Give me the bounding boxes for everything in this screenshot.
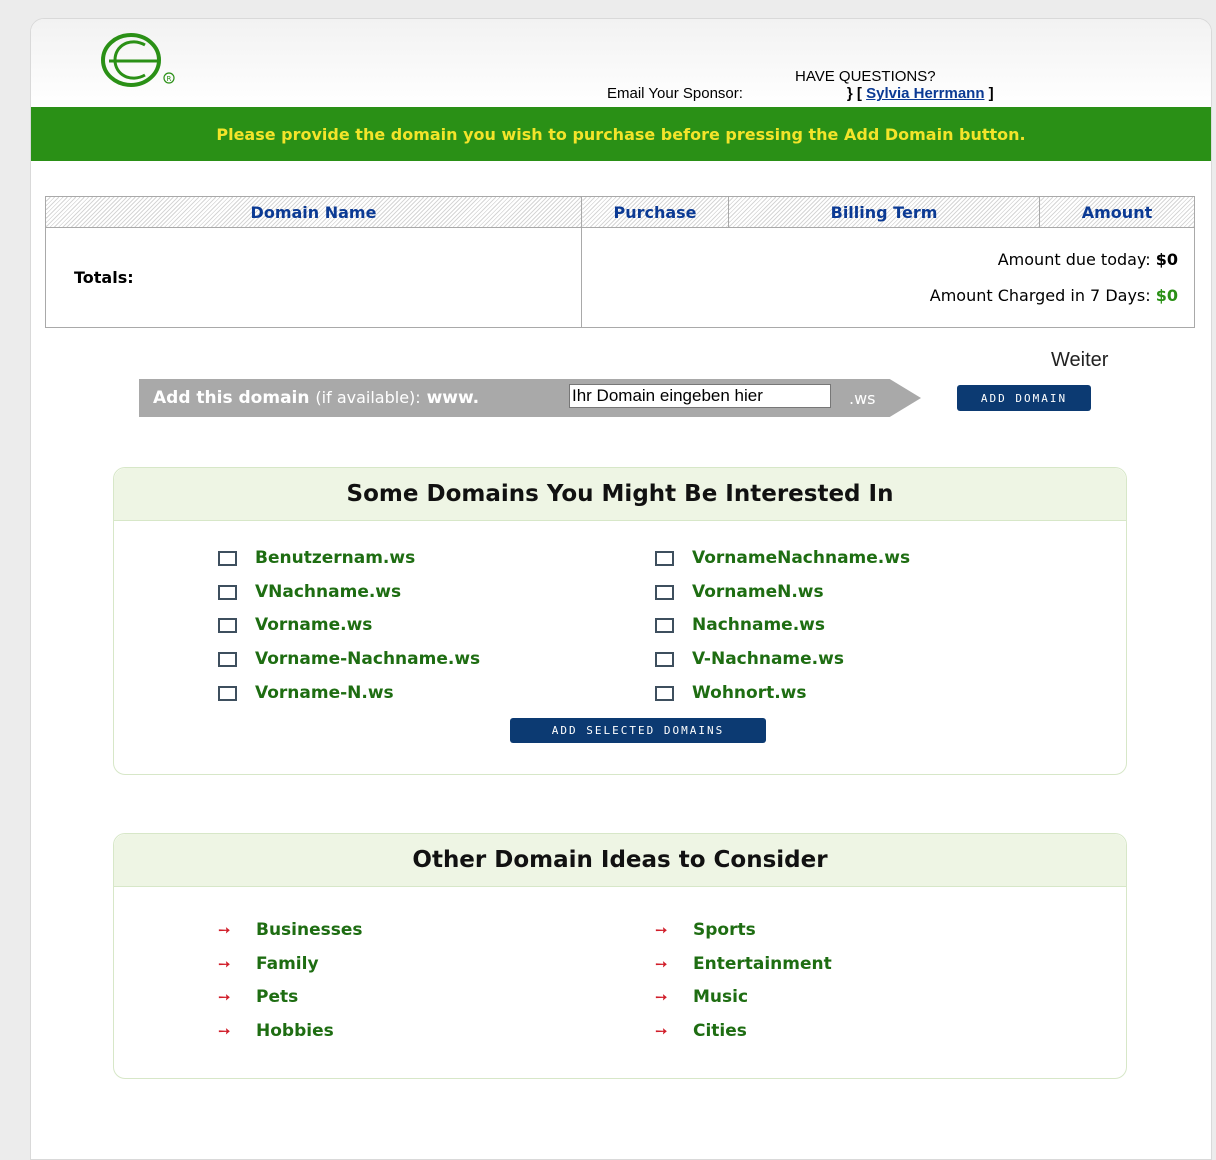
charged-line: Amount Charged in 7 Days: $0 [583, 278, 1178, 314]
totals-amounts: Amount due today: $0 Amount Charged in 7… [581, 227, 1195, 328]
col-domain-name: Domain Name [45, 196, 582, 228]
idea-label: Entertainment [693, 954, 832, 974]
idea-label: Businesses [256, 920, 363, 940]
suggestion-item[interactable]: V-Nachname.ws [655, 649, 844, 669]
arrow-icon: ➙ [218, 1022, 231, 1040]
arrow-icon: ➙ [218, 988, 231, 1006]
ws-suffix: .ws [849, 389, 876, 408]
svg-text:R: R [167, 75, 172, 83]
ideas-title: Other Domain Ideas to Consider [114, 834, 1126, 887]
add-selected-domains-button[interactable]: ADD SELECTED DOMAINS [510, 718, 766, 743]
totals-label: Totals: [45, 227, 582, 328]
domain-input[interactable] [569, 384, 831, 408]
arrow-icon: ➙ [655, 1022, 668, 1040]
totals-row: Totals: Amount due today: $0 Amount Char… [45, 227, 1195, 328]
idea-link[interactable]: ➙ Family [218, 954, 319, 974]
logo-icon: R [101, 33, 175, 87]
checkbox[interactable] [655, 651, 674, 667]
idea-link[interactable]: ➙ Music [655, 987, 748, 1007]
checkbox[interactable] [655, 617, 674, 633]
weiter-text: Weiter [1051, 349, 1109, 371]
suggestion-item[interactable]: Vorname.ws [218, 615, 372, 635]
suggestion-item[interactable]: VornameNachname.ws [655, 548, 910, 568]
idea-label: Pets [256, 987, 299, 1007]
checkbox[interactable] [218, 685, 237, 701]
checkbox[interactable] [218, 584, 237, 600]
idea-label: Family [256, 954, 319, 974]
suggestion-label: VornameN.ws [692, 582, 824, 602]
checkbox[interactable] [655, 550, 674, 566]
sponsor-line: Email Your Sponsor: } [ Sylvia Herrmann ] [607, 85, 994, 102]
suggestion-item[interactable]: VornameN.ws [655, 582, 824, 602]
www-prefix: www. [426, 388, 480, 408]
arrow-icon: ➙ [655, 955, 668, 973]
suggestion-label: Vorname-N.ws [255, 683, 394, 703]
due-today-value: $0 [1155, 249, 1178, 269]
sponsor-link[interactable]: Sylvia Herrmann [866, 85, 984, 102]
suggestion-item[interactable]: Wohnort.ws [655, 683, 807, 703]
ideas-panel: Other Domain Ideas to Consider ➙ Business… [113, 833, 1127, 1079]
checkbox[interactable] [655, 584, 674, 600]
checkbox[interactable] [218, 651, 237, 667]
col-amount: Amount [1039, 196, 1195, 228]
suggestion-item[interactable]: Vorname-N.ws [218, 683, 394, 703]
arrow-icon: ➙ [218, 921, 231, 939]
suggestions-panel: Some Domains You Might Be Interested In … [113, 467, 1127, 775]
page: R HAVE QUESTIONS? Email Your Sponsor: } [… [30, 18, 1212, 1160]
arrow-icon: ➙ [655, 921, 668, 939]
col-billing-term: Billing Term [728, 196, 1040, 228]
arrow-icon: ➙ [655, 988, 668, 1006]
email-sponsor-label: Email Your Sponsor: [607, 85, 743, 102]
bracket-open: } [ [846, 85, 862, 102]
idea-link[interactable]: ➙ Businesses [218, 920, 363, 940]
charged-value: $0 [1155, 285, 1178, 305]
add-domain-label-bold: Add this domain [153, 388, 310, 408]
due-today-label: Amount due today: [997, 249, 1151, 269]
suggestion-label: Nachname.ws [692, 615, 825, 635]
idea-link[interactable]: ➙ Sports [655, 920, 756, 940]
checkbox[interactable] [655, 685, 674, 701]
suggestion-label: V-Nachname.ws [692, 649, 844, 669]
arrow-icon: ➙ [218, 955, 231, 973]
suggestion-item[interactable]: Nachname.ws [655, 615, 825, 635]
cart-header-row: Domain Name Purchase Billing Term Amount [45, 196, 1195, 228]
add-domain-label-light: (if available): [315, 388, 421, 407]
add-domain-button[interactable]: ADD DOMAIN [957, 385, 1091, 411]
idea-link[interactable]: ➙ Entertainment [655, 954, 832, 974]
idea-label: Hobbies [256, 1021, 334, 1041]
col-purchase: Purchase [581, 196, 729, 228]
have-questions-text: HAVE QUESTIONS? [795, 68, 936, 85]
idea-link[interactable]: ➙ Hobbies [218, 1021, 334, 1041]
suggestion-label: Vorname-Nachname.ws [255, 649, 481, 669]
suggestion-label: Wohnort.ws [692, 683, 807, 703]
idea-label: Cities [693, 1021, 747, 1041]
cart-table: Domain Name Purchase Billing Term Amount… [45, 196, 1195, 328]
checkbox[interactable] [218, 617, 237, 633]
suggestion-item[interactable]: VNachname.ws [218, 582, 401, 602]
idea-label: Sports [693, 920, 756, 940]
charged-label: Amount Charged in 7 Days: [929, 285, 1151, 305]
add-domain-label: Add this domain (if available): www. [153, 388, 479, 408]
idea-link[interactable]: ➙ Cities [655, 1021, 747, 1041]
bracket-close: ] [988, 85, 994, 102]
due-today-line: Amount due today: $0 [583, 242, 1178, 278]
suggestion-label: Vorname.ws [255, 615, 373, 635]
suggestion-label: VornameNachname.ws [692, 548, 911, 568]
header: R HAVE QUESTIONS? Email Your Sponsor: } [… [31, 19, 1211, 107]
suggestion-label: Benutzernam.ws [255, 548, 416, 568]
suggestion-item[interactable]: Vorname-Nachname.ws [218, 649, 480, 669]
idea-label: Music [693, 987, 749, 1007]
idea-link[interactable]: ➙ Pets [218, 987, 298, 1007]
suggestion-item[interactable]: Benutzernam.ws [218, 548, 415, 568]
suggestion-label: VNachname.ws [255, 582, 402, 602]
suggestions-title: Some Domains You Might Be Interested In [114, 468, 1126, 521]
instruction-banner: Please provide the domain you wish to pu… [31, 107, 1211, 161]
checkbox[interactable] [218, 550, 237, 566]
